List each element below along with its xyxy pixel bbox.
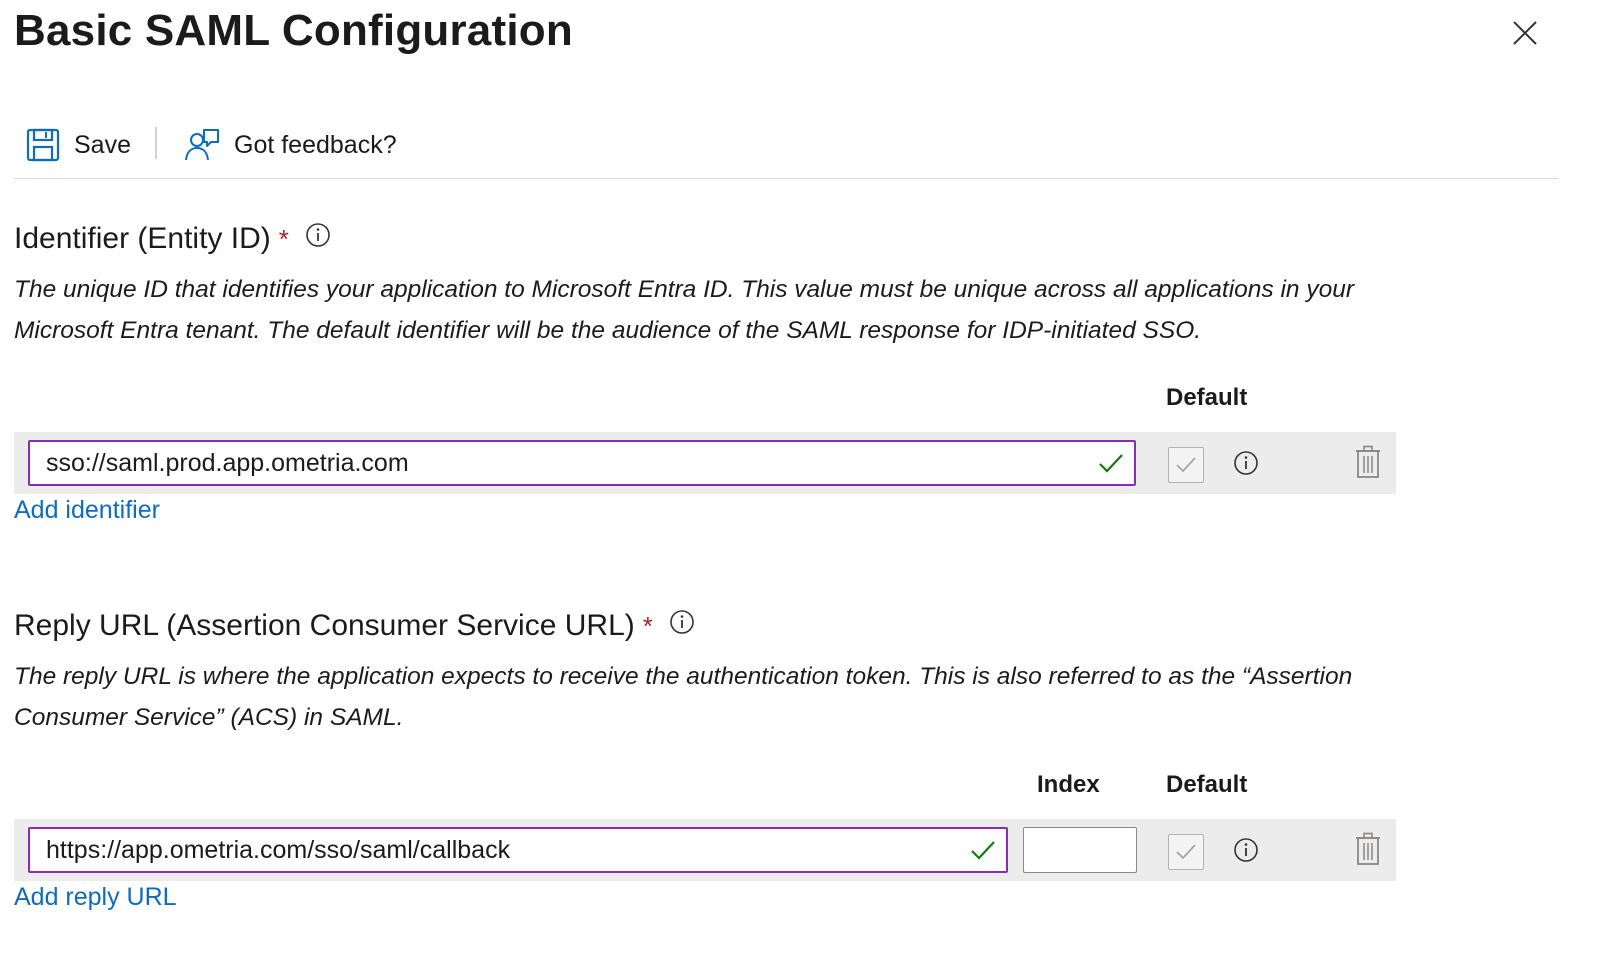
toolbar-separator	[155, 127, 157, 159]
identifier-description-line2: Microsoft Entra tenant. The default iden…	[14, 317, 1202, 344]
default-checkbox[interactable]	[1168, 834, 1204, 870]
checkmark-icon	[1176, 457, 1196, 473]
info-icon[interactable]	[1233, 450, 1259, 481]
default-checkbox[interactable]	[1168, 447, 1204, 483]
save-label: Save	[74, 130, 131, 159]
save-button[interactable]: Save	[26, 125, 131, 165]
close-icon	[1513, 21, 1537, 45]
feedback-button[interactable]: Got feedback?	[184, 125, 397, 165]
command-bar: Save Got feedback?	[14, 115, 1558, 179]
delete-icon[interactable]	[1354, 832, 1382, 871]
close-button[interactable]	[1504, 14, 1544, 54]
required-mark: *	[278, 223, 289, 254]
reply-url-description: The reply URL is where the application e…	[14, 656, 1414, 738]
info-icon[interactable]	[1233, 837, 1259, 868]
page-title: Basic SAML Configuration	[14, 6, 573, 55]
reply-url-row: https://app.ometria.com/sso/saml/callbac…	[14, 819, 1396, 881]
checkmark-icon	[1176, 844, 1196, 860]
reply-url-description-line1: The reply URL is where the application e…	[14, 663, 1353, 690]
add-reply-url-link[interactable]: Add reply URL	[14, 883, 177, 912]
save-icon	[26, 128, 60, 162]
feedback-icon	[185, 129, 219, 161]
reply-url-value: https://app.ometria.com/sso/saml/callbac…	[46, 835, 511, 864]
identifier-title: Identifier (Entity ID)	[14, 222, 271, 255]
index-column-header: Index	[1037, 771, 1100, 798]
identifier-row: sso://saml.prod.app.ometria.com	[14, 432, 1396, 494]
valid-check-icon	[1099, 454, 1123, 473]
feedback-label: Got feedback?	[234, 130, 397, 159]
identifier-description-line1: The unique ID that identifies your appli…	[14, 276, 1355, 303]
add-identifier-link[interactable]: Add identifier	[14, 496, 160, 525]
identifier-input[interactable]: sso://saml.prod.app.ometria.com	[28, 440, 1136, 486]
identifier-description: The unique ID that identifies your appli…	[14, 269, 1414, 351]
default-column-header: Default	[1166, 384, 1248, 411]
reply-url-section-title: Reply URL (Assertion Consumer Service UR…	[14, 609, 695, 643]
required-mark: *	[642, 610, 653, 641]
reply-url-title: Reply URL (Assertion Consumer Service UR…	[14, 609, 635, 642]
delete-icon[interactable]	[1354, 445, 1382, 484]
index-input[interactable]	[1023, 827, 1137, 873]
reply-url-description-line2: Consumer Service” (ACS) in SAML.	[14, 704, 404, 731]
identifier-value: sso://saml.prod.app.ometria.com	[46, 448, 409, 477]
valid-check-icon	[971, 841, 995, 860]
info-icon[interactable]	[305, 222, 331, 256]
info-icon[interactable]	[669, 609, 695, 643]
identifier-section-title: Identifier (Entity ID) *	[14, 222, 331, 256]
reply-url-input[interactable]: https://app.ometria.com/sso/saml/callbac…	[28, 827, 1008, 873]
default-column-header: Default	[1166, 771, 1248, 798]
